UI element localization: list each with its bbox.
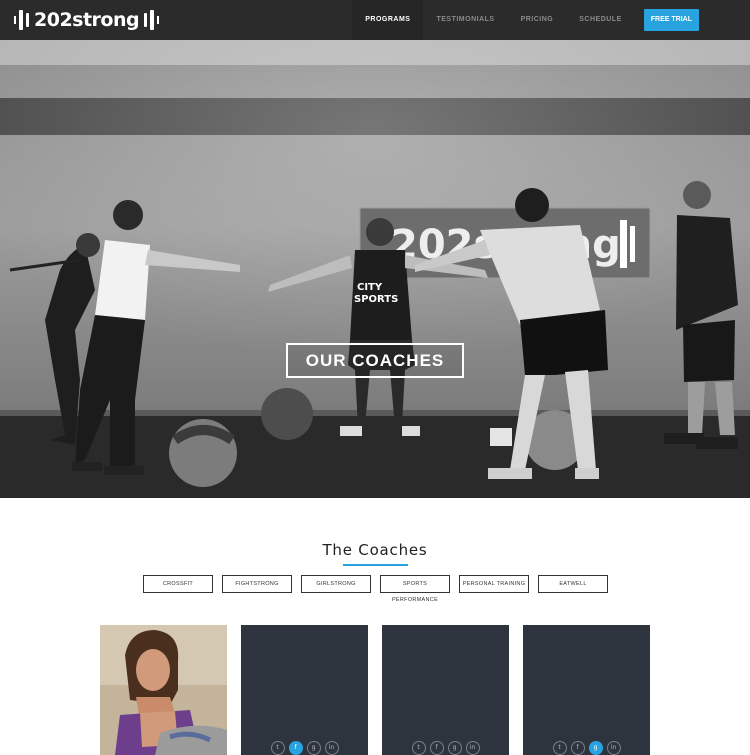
facebook-icon[interactable]: f bbox=[288, 741, 303, 755]
section-title: The Coaches bbox=[322, 541, 428, 559]
twitter-icon[interactable]: t bbox=[552, 741, 567, 755]
filter-sports-performance[interactable]: SPORTS PERFORMANCE bbox=[380, 575, 450, 603]
filter-eatwell[interactable]: EATWELL bbox=[538, 575, 608, 593]
nav-item-schedule[interactable]: SCHEDULE bbox=[566, 0, 635, 40]
coach-card[interactable]: t f g in bbox=[523, 625, 650, 755]
logo-barbell-plate-icon bbox=[150, 10, 155, 30]
logo[interactable]: 202strong bbox=[14, 9, 160, 31]
coach-card[interactable]: t f g in bbox=[382, 625, 509, 755]
twitter-icon[interactable]: t bbox=[270, 741, 285, 755]
nav-menu: PROGRAMS TESTIMONIALS PRICING SCHEDULE F… bbox=[352, 0, 750, 40]
linkedin-icon[interactable]: in bbox=[465, 741, 480, 755]
social-links: t f g in bbox=[382, 741, 509, 755]
social-links: t f g in bbox=[523, 741, 650, 755]
coach-photo bbox=[100, 625, 227, 755]
facebook-icon[interactable]: f bbox=[570, 741, 585, 755]
twitter-icon[interactable]: t bbox=[411, 741, 426, 755]
filter-personal-training[interactable]: PERSONAL TRAINING bbox=[459, 575, 529, 593]
our-coaches-button[interactable]: OUR COACHES bbox=[286, 343, 464, 378]
filter-girlstrong[interactable]: GIRLSTRONG bbox=[301, 575, 371, 593]
nav-item-pricing[interactable]: PRICING bbox=[508, 0, 567, 40]
title-underline bbox=[343, 564, 408, 566]
linkedin-icon[interactable]: in bbox=[324, 741, 339, 755]
logo-barbell-plate-icon bbox=[26, 13, 29, 27]
coach-cards: t f g in t f g in t f g in bbox=[100, 625, 650, 755]
coach-filter-bar: CROSSFIT FIGHTSTRONG GIRLSTRONG SPORTS P… bbox=[143, 575, 608, 603]
coach-card[interactable] bbox=[100, 625, 227, 755]
logo-text: 202strong bbox=[34, 9, 140, 31]
google-plus-icon[interactable]: g bbox=[588, 741, 603, 755]
hero-photo: 202strong CITY SPORTS bbox=[0, 40, 750, 498]
filter-crossfit[interactable]: CROSSFIT bbox=[143, 575, 213, 593]
filter-fightstrong[interactable]: FIGHTSTRONG bbox=[222, 575, 292, 593]
facebook-icon[interactable]: f bbox=[429, 741, 444, 755]
coach-card[interactable]: t f g in bbox=[241, 625, 368, 755]
linkedin-icon[interactable]: in bbox=[606, 741, 621, 755]
social-links: t f g in bbox=[241, 741, 368, 755]
logo-barbell-end-icon bbox=[157, 16, 160, 24]
svg-text:SPORTS: SPORTS bbox=[354, 294, 398, 305]
logo-barbell-plate-icon bbox=[19, 10, 23, 30]
google-plus-icon[interactable]: g bbox=[306, 741, 321, 755]
free-trial-button[interactable]: FREE TRIAL bbox=[643, 9, 699, 31]
nav-item-testimonials[interactable]: TESTIMONIALS bbox=[423, 0, 507, 40]
google-plus-icon[interactable]: g bbox=[447, 741, 462, 755]
logo-barbell-end-icon bbox=[14, 16, 16, 24]
logo-barbell-plate-icon bbox=[144, 13, 148, 27]
hero-banner: 202strong CITY SPORTS bbox=[0, 40, 750, 498]
svg-text:CITY: CITY bbox=[357, 282, 383, 293]
top-navbar: 202strong PROGRAMS TESTIMONIALS PRICING … bbox=[0, 0, 750, 40]
nav-item-programs[interactable]: PROGRAMS bbox=[352, 0, 424, 40]
